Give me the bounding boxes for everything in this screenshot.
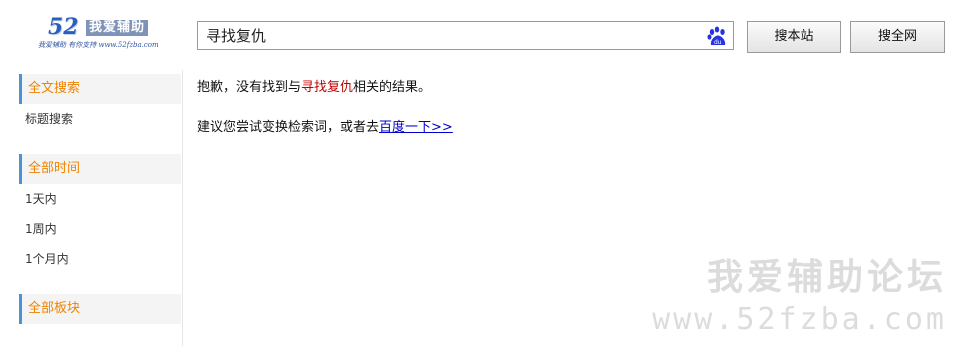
- no-result-prefix: 抱歉，没有找到与: [197, 80, 302, 95]
- no-result-suffix: 相关的结果。: [353, 80, 432, 95]
- search-box: du: [197, 21, 734, 50]
- sidebar-heading-all-time[interactable]: 全部时间: [19, 154, 181, 184]
- suggestion-message: 建议您尝试变换检索词，或者去百度一下>>: [197, 116, 453, 135]
- watermark-url: www.52fzba.com: [652, 302, 947, 337]
- logo-subtitle: 我爱辅助 有你支持 www.52fzba.com: [38, 41, 159, 49]
- search-web-button[interactable]: 搜全网: [850, 21, 945, 53]
- site-logo[interactable]: 52 我爱辅助 我爱辅助 有你支持 www.52fzba.com: [28, 14, 162, 54]
- logo-name: 我爱辅助: [86, 20, 149, 36]
- sidebar: 全文搜索 标题搜索 全部时间 1天内 1周内 1个月内 全部板块: [19, 70, 183, 346]
- sidebar-heading-fulltext[interactable]: 全文搜索: [19, 74, 181, 104]
- search-keyword: 寻找复仇: [301, 80, 354, 95]
- sidebar-item-1-week[interactable]: 1周内: [25, 214, 57, 244]
- search-site-button[interactable]: 搜本站: [747, 21, 841, 53]
- sidebar-item-1-month[interactable]: 1个月内: [25, 244, 69, 274]
- header: 52 我爱辅助 我爱辅助 有你支持 www.52fzba.com du 搜本站 …: [0, 0, 974, 70]
- sidebar-item-title-search[interactable]: 标题搜索: [25, 104, 73, 134]
- baidu-search-link[interactable]: 百度一下>>: [379, 120, 453, 135]
- suggestion-prefix: 建议您尝试变换检索词，或者去: [197, 120, 380, 135]
- baidu-paw-icon[interactable]: du: [707, 26, 728, 47]
- watermark-title: 我爱辅助论坛: [706, 257, 947, 298]
- search-input[interactable]: [198, 22, 714, 49]
- sidebar-heading-all-boards[interactable]: 全部板块: [19, 294, 181, 324]
- sidebar-item-1-day[interactable]: 1天内: [25, 184, 57, 214]
- svg-text:du: du: [714, 39, 722, 46]
- logo-number: 52: [48, 14, 79, 40]
- no-result-message: 抱歉，没有找到与寻找复仇相关的结果。: [197, 76, 431, 95]
